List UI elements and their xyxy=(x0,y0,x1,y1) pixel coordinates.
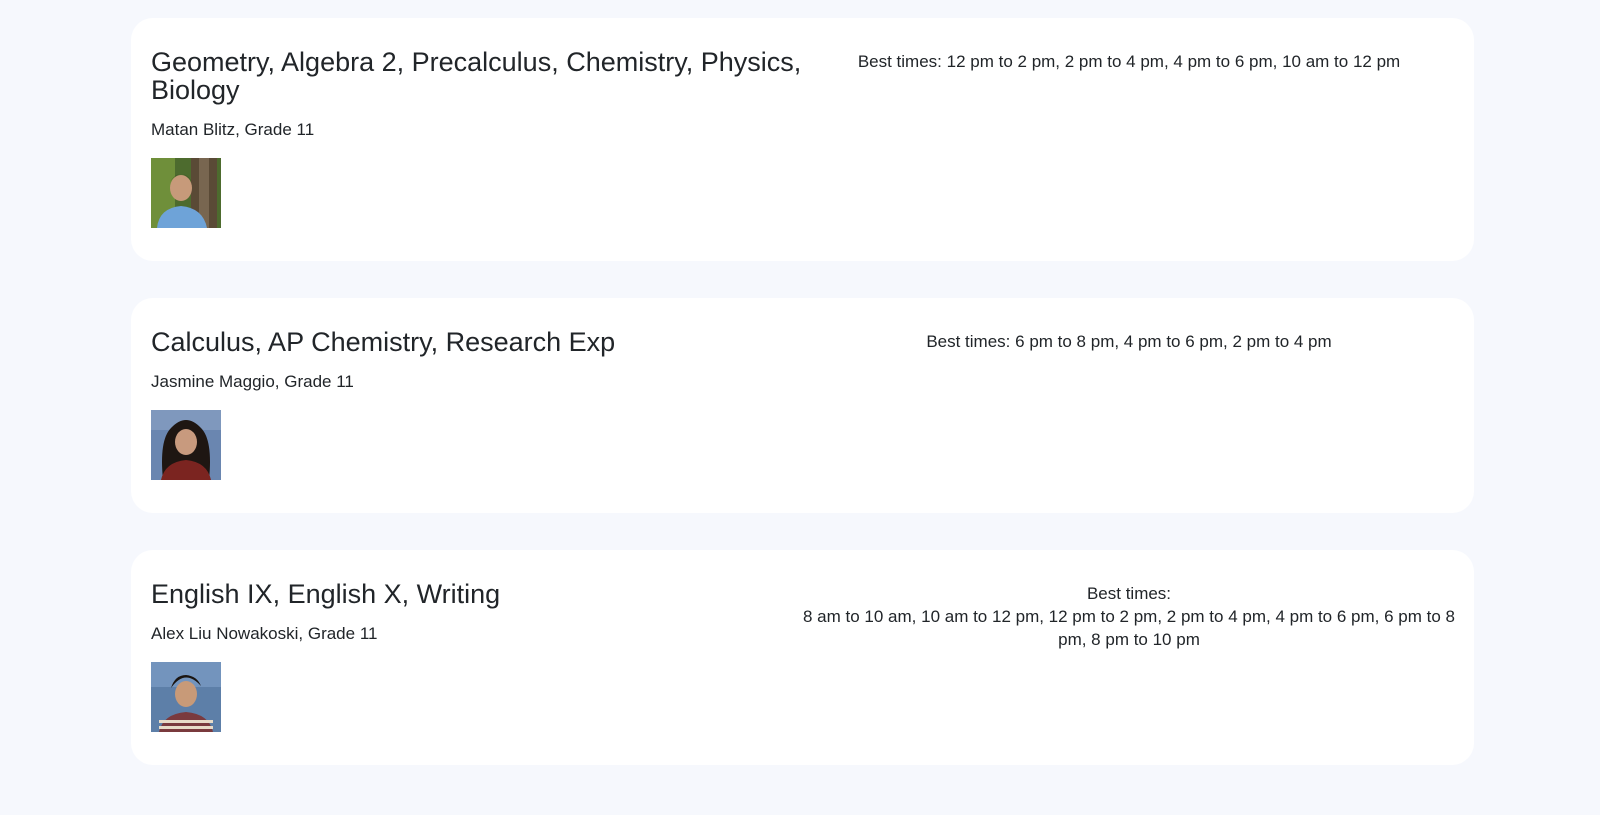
best-times: Best times: 6 pm to 8 pm, 4 pm to 6 pm, … xyxy=(799,330,1459,353)
tutor-subjects: English IX, English X, Writing xyxy=(151,579,501,609)
tutor-info: English IX, English X, Writing Alex Liu … xyxy=(151,580,831,732)
best-times: Best times: 8 am to 10 am, 10 am to 12 p… xyxy=(799,582,1459,651)
portrait-photo-icon xyxy=(151,158,221,228)
tutor-subjects: Geometry, Algebra 2, Precalculus, Chemis… xyxy=(151,47,802,105)
best-times-value: 12 pm to 2 pm, 2 pm to 4 pm, 4 pm to 6 p… xyxy=(946,52,1401,71)
tutor-subjects: Calculus, AP Chemistry, Research Exp xyxy=(151,327,616,357)
best-times-label: Best times: xyxy=(857,52,942,71)
tutor-card: Geometry, Algebra 2, Precalculus, Chemis… xyxy=(131,18,1474,261)
best-times-label: Best times: xyxy=(926,332,1011,351)
tutor-info: Calculus, AP Chemistry, Research Exp Jas… xyxy=(151,328,831,480)
best-times-value: 8 am to 10 am, 10 am to 12 pm, 12 pm to … xyxy=(803,607,1455,649)
tutor-info: Geometry, Algebra 2, Precalculus, Chemis… xyxy=(151,48,831,228)
tutor-name-grade: Matan Blitz, Grade 11 xyxy=(151,120,315,139)
tutor-name-grade: Jasmine Maggio, Grade 11 xyxy=(151,372,354,391)
tutor-photo xyxy=(151,662,221,732)
tutor-card: English IX, English X, Writing Alex Liu … xyxy=(131,550,1474,765)
best-times-value: 6 pm to 8 pm, 4 pm to 6 pm, 2 pm to 4 pm xyxy=(1015,332,1332,351)
best-times-label: Best times: xyxy=(1086,584,1172,603)
best-times: Best times: 12 pm to 2 pm, 2 pm to 4 pm,… xyxy=(799,50,1459,73)
tutor-photo xyxy=(151,158,221,228)
portrait-photo-icon xyxy=(151,662,221,732)
tutor-name-grade: Alex Liu Nowakoski, Grade 11 xyxy=(151,624,378,643)
tutor-card: Calculus, AP Chemistry, Research Exp Jas… xyxy=(131,298,1474,513)
portrait-photo-icon xyxy=(151,410,221,480)
tutor-photo xyxy=(151,410,221,480)
